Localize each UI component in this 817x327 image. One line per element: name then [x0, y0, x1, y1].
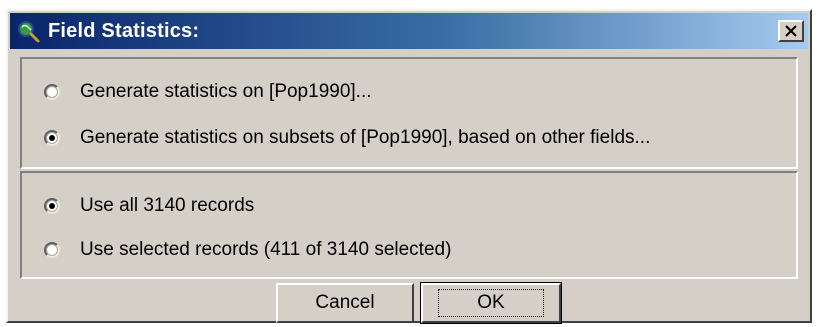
field-statistics-dialog: Field Statistics: Generate statistics on… [6, 9, 812, 324]
statistics-mode-group: Generate statistics on [Pop1990]... Gene… [20, 57, 798, 169]
radio-label: Use selected records (411 of 3140 select… [80, 239, 452, 260]
records-scope-group: Use all 3140 records Use selected record… [20, 171, 798, 279]
cancel-button[interactable]: Cancel [276, 283, 414, 323]
close-button[interactable] [778, 20, 804, 42]
title-bar[interactable]: Field Statistics: [10, 13, 808, 49]
radio-button-checked[interactable] [44, 198, 60, 214]
magnifier-globe-icon [16, 19, 40, 43]
radio-button[interactable] [44, 84, 60, 100]
radio-label: Use all 3140 records [80, 195, 255, 216]
radio-label: Generate statistics on subsets of [Pop19… [80, 127, 651, 148]
radio-option-stats-all[interactable]: Generate statistics on [Pop1990]... [44, 79, 372, 105]
ok-button[interactable]: OK [420, 282, 562, 324]
close-x-icon [785, 25, 797, 37]
radio-option-all-records[interactable]: Use all 3140 records [44, 193, 254, 219]
radio-option-selected-records[interactable]: Use selected records (411 of 3140 select… [44, 237, 451, 263]
radio-label: Generate statistics on [Pop1990]... [80, 81, 372, 102]
dialog-title: Field Statistics: [48, 19, 200, 42]
radio-button-checked[interactable] [44, 130, 60, 146]
radio-option-stats-subsets[interactable]: Generate statistics on subsets of [Pop19… [44, 125, 650, 151]
radio-button[interactable] [44, 242, 60, 258]
ok-button-label: OK [438, 289, 544, 317]
